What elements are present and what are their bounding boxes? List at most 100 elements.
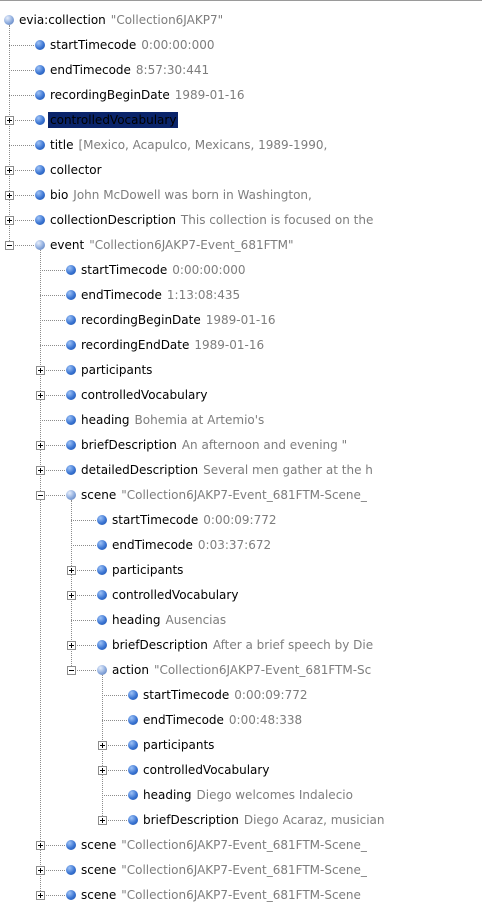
tree-node-heading[interactable]: heading Diego welcomes Indalecio (0, 782, 482, 807)
tree-node-briefDescription[interactable]: briefDescription Diego Acaraz, musician (0, 807, 482, 832)
node-label[interactable]: title [Mexico, Acapulco, Mexicans, 1989-1… (48, 137, 329, 153)
node-label[interactable]: controlledVocabulary (141, 762, 271, 778)
node-label[interactable]: recordingBeginDate 1989-01-16 (79, 312, 278, 328)
node-label[interactable]: briefDescription Diego Acaraz, musician (141, 812, 387, 828)
node-key: title (50, 137, 74, 152)
expand-icon[interactable] (36, 890, 45, 900)
expand-icon[interactable] (36, 365, 45, 375)
expand-icon[interactable] (98, 740, 107, 750)
tree-node-action[interactable]: action "Collection6JAKP7-Event_681FTM-Sc (0, 657, 482, 682)
tree-node-endTimecode[interactable]: endTimecode 8:57:30:441 (0, 57, 482, 82)
node-label[interactable]: collectionDescription This collection is … (48, 212, 375, 228)
node-label[interactable]: controlledVocabulary (48, 111, 179, 128)
expand-icon[interactable] (5, 115, 14, 125)
tree-node-startTimecode[interactable]: startTimecode 0:00:00:000 (0, 257, 482, 282)
tree-node-participants[interactable]: participants (0, 557, 482, 582)
open-element-icon (4, 14, 14, 25)
node-label[interactable]: collector (48, 162, 104, 178)
node-label[interactable]: briefDescription After a brief speech by … (110, 637, 375, 653)
tree-node-controlledVocabulary[interactable]: controlledVocabulary (0, 582, 482, 607)
expand-icon[interactable] (36, 440, 45, 450)
node-label[interactable]: endTimecode 0:03:37:672 (110, 537, 273, 553)
node-label[interactable]: startTimecode 0:00:00:000 (79, 262, 247, 278)
node-label[interactable]: briefDescription An afternoon and evening… (79, 437, 349, 453)
expand-icon[interactable] (36, 865, 45, 875)
tree-node-detailedDescription[interactable]: detailedDescription Several men gather at… (0, 457, 482, 482)
tree-node-scene[interactable]: scene "Collection6JAKP7-Event_681FTM-Scen… (0, 857, 482, 882)
node-label[interactable]: heading Diego welcomes Indalecio (141, 787, 355, 803)
expand-icon[interactable] (36, 390, 45, 400)
node-label[interactable]: scene "Collection6JAKP7-Event_681FTM-Scen… (79, 487, 369, 503)
tree-node-participants[interactable]: participants (0, 357, 482, 382)
node-key: collectionDescription (50, 212, 176, 227)
node-key: startTimecode (50, 37, 137, 52)
expand-icon[interactable] (67, 640, 76, 650)
tree-node-participants[interactable]: participants (0, 732, 482, 757)
expand-icon[interactable] (98, 815, 107, 825)
expand-icon[interactable] (5, 215, 14, 225)
collapse-icon[interactable] (5, 240, 14, 250)
tree-node-event[interactable]: event "Collection6JAKP7-Event_681FTM" (0, 232, 482, 257)
expand-icon[interactable] (5, 190, 14, 200)
expand-icon[interactable] (67, 590, 76, 600)
node-label[interactable]: recordingEndDate 1989-01-16 (79, 337, 266, 353)
node-key: briefDescription (143, 812, 239, 827)
collapse-icon[interactable] (67, 665, 76, 675)
tree-node-startTimecode[interactable]: startTimecode 0:00:00:000 (0, 32, 482, 57)
tree-node-endTimecode[interactable]: endTimecode 0:03:37:672 (0, 532, 482, 557)
node-label[interactable]: endTimecode 8:57:30:441 (48, 62, 211, 78)
node-label[interactable]: startTimecode 0:00:00:000 (48, 37, 216, 53)
tree-node-startTimecode[interactable]: startTimecode 0:00:09:772 (0, 507, 482, 532)
element-icon (128, 764, 138, 775)
tree-node-controlledVocabulary[interactable]: controlledVocabulary (0, 757, 482, 782)
node-label[interactable]: endTimecode 1:13:08:435 (79, 287, 242, 303)
node-label[interactable]: startTimecode 0:00:09:772 (141, 687, 309, 703)
node-label[interactable]: participants (141, 737, 216, 753)
tree-node-scene[interactable]: scene "Collection6JAKP7-Event_681FTM-Scen… (0, 482, 482, 507)
node-label[interactable]: scene "Collection6JAKP7-Event_681FTM-Scen… (79, 837, 369, 853)
tree-node-recordingBeginDate[interactable]: recordingBeginDate 1989-01-16 (0, 82, 482, 107)
node-value: 0:03:37:672 (197, 537, 272, 552)
node-label[interactable]: evia:collection "Collection6JAKP7" (17, 12, 225, 28)
tree-node-heading[interactable]: heading Bohemia at Artemio's (0, 407, 482, 432)
tree-node-collectionDescription[interactable]: collectionDescription This collection is … (0, 207, 482, 232)
node-label[interactable]: detailedDescription Several men gather at… (79, 462, 375, 478)
expand-icon[interactable] (67, 565, 76, 575)
node-label[interactable]: heading Bohemia at Artemio's (79, 412, 266, 428)
node-label[interactable]: controlledVocabulary (79, 387, 209, 403)
tree-node-startTimecode[interactable]: startTimecode 0:00:09:772 (0, 682, 482, 707)
tree-node-endTimecode[interactable]: endTimecode 0:00:48:338 (0, 707, 482, 732)
node-label[interactable]: controlledVocabulary (110, 587, 240, 603)
expand-icon[interactable] (5, 165, 14, 175)
node-label[interactable]: action "Collection6JAKP7-Event_681FTM-Sc (110, 662, 373, 678)
node-label[interactable]: startTimecode 0:00:09:772 (110, 512, 278, 528)
tree-node-collector[interactable]: collector (0, 157, 482, 182)
expand-icon[interactable] (98, 765, 107, 775)
node-label[interactable]: event "Collection6JAKP7-Event_681FTM" (48, 237, 295, 253)
node-label[interactable]: participants (110, 562, 185, 578)
tree-node-evia:collection[interactable]: evia:collection "Collection6JAKP7" (0, 7, 482, 32)
tree-node-controlledVocabulary[interactable]: controlledVocabulary (0, 382, 482, 407)
collapse-icon[interactable] (36, 490, 45, 500)
tree-node-recordingEndDate[interactable]: recordingEndDate 1989-01-16 (0, 332, 482, 357)
tree-node-heading[interactable]: heading Ausencias (0, 607, 482, 632)
tree-node-scene[interactable]: scene "Collection6JAKP7-Event_681FTM-Scen… (0, 882, 482, 907)
xml-tree-view[interactable]: evia:collection "Collection6JAKP7" startTi… (0, 0, 482, 903)
tree-node-bio[interactable]: bio John McDowell was born in Washington, (0, 182, 482, 207)
tree-node-briefDescription[interactable]: briefDescription After a brief speech by … (0, 632, 482, 657)
node-label[interactable]: scene "Collection6JAKP7-Event_681FTM-Scen… (79, 887, 363, 903)
node-label[interactable]: endTimecode 0:00:48:338 (141, 712, 304, 728)
node-label[interactable]: recordingBeginDate 1989-01-16 (48, 87, 247, 103)
tree-node-endTimecode[interactable]: endTimecode 1:13:08:435 (0, 282, 482, 307)
node-label[interactable]: participants (79, 362, 154, 378)
node-label[interactable]: heading Ausencias (110, 612, 228, 628)
expand-icon[interactable] (36, 465, 45, 475)
tree-node-controlledVocabulary[interactable]: controlledVocabulary (0, 107, 482, 132)
tree-node-briefDescription[interactable]: briefDescription An afternoon and evening… (0, 432, 482, 457)
tree-node-scene[interactable]: scene "Collection6JAKP7-Event_681FTM-Scen… (0, 832, 482, 857)
tree-node-recordingBeginDate[interactable]: recordingBeginDate 1989-01-16 (0, 307, 482, 332)
tree-node-title[interactable]: title [Mexico, Acapulco, Mexicans, 1989-1… (0, 132, 482, 157)
node-label[interactable]: bio John McDowell was born in Washington, (48, 187, 314, 203)
node-label[interactable]: scene "Collection6JAKP7-Event_681FTM-Scen… (79, 862, 369, 878)
expand-icon[interactable] (36, 840, 45, 850)
